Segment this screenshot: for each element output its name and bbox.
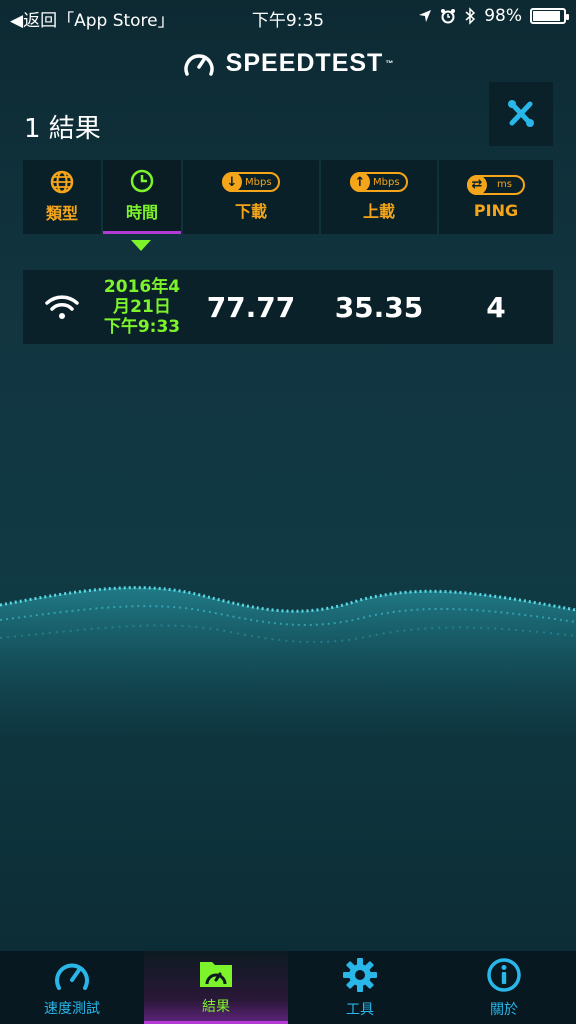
tab-results[interactable]: 結果: [144, 951, 288, 1024]
result-date-line2: 月21日: [113, 297, 171, 317]
sort-header: 類型 時間 ↓ Mbps 下載 ↑ Mbps 上載 ⇄ ms PING: [23, 160, 553, 234]
ping-value: 4: [486, 290, 506, 324]
sort-time-label: 時間: [125, 202, 158, 222]
bluetooth-icon: [465, 7, 476, 25]
battery-fill: [533, 11, 560, 21]
wave-background: [0, 586, 576, 740]
result-download: 77.77: [183, 270, 319, 344]
upload-unit: Mbps: [373, 176, 400, 188]
ping-arrows-icon: ⇄: [467, 174, 487, 195]
speedometer-logo-icon: [183, 54, 214, 76]
download-unit-pill: ↓ Mbps: [222, 172, 280, 192]
results-folder-icon: [200, 962, 232, 987]
status-bar: ◀︎返回「App Store」 下午9:35 98%: [0, 0, 576, 34]
result-type: [23, 270, 101, 344]
tab-bar: 速度測試 結果 工具 關於: [0, 951, 576, 1024]
upload-arrow-icon: ↑: [350, 172, 370, 192]
tab-tools-label: 工具: [346, 1001, 374, 1018]
sort-type-label: 類型: [45, 204, 78, 223]
upload-value: 35.35: [334, 290, 424, 324]
result-ping: 4: [439, 270, 553, 344]
sort-download[interactable]: ↓ Mbps 下載: [183, 160, 319, 234]
battery-icon: [530, 8, 569, 24]
download-arrow-icon: ↓: [222, 172, 242, 192]
result-date-line3: 下午9:33: [103, 317, 181, 337]
tab-speed-test[interactable]: 速度測試: [0, 951, 144, 1024]
wifi-icon: [45, 295, 79, 319]
tools-button[interactable]: [489, 82, 553, 146]
download-unit: Mbps: [245, 176, 272, 188]
result-time: 2016年4 月21日 下午9:33: [103, 270, 181, 344]
result-date-line1: 2016年4: [103, 277, 181, 297]
alarm-icon: [441, 9, 456, 24]
sort-upload[interactable]: ↑ Mbps 上載: [321, 160, 437, 234]
battery-percent: 98%: [484, 6, 522, 26]
download-value: 77.77: [206, 290, 296, 324]
status-right: 98%: [418, 6, 569, 26]
app-brand: SPEEDTEST ™: [0, 48, 576, 78]
result-upload: 35.35: [321, 270, 437, 344]
trademark: ™: [385, 58, 395, 68]
info-icon: [487, 957, 521, 992]
clock-icon: [130, 169, 154, 192]
sort-indicator-arrow: [131, 240, 151, 251]
tab-about[interactable]: 關於: [432, 951, 576, 1024]
ping-unit: ms: [497, 179, 512, 190]
brand-name: SPEEDTEST: [225, 48, 384, 77]
sort-type[interactable]: 類型: [23, 160, 101, 234]
result-row[interactable]: 2016年4 月21日 下午9:33 77.77 35.35 4: [23, 270, 553, 344]
wrench-screwdriver-icon: [508, 100, 534, 127]
sort-time[interactable]: 時間: [103, 160, 181, 234]
tab-results-label: 結果: [202, 999, 230, 1015]
location-arrow-icon: [419, 10, 432, 22]
sort-ping[interactable]: ⇄ ms PING: [439, 160, 553, 234]
result-count: 1 結果: [24, 114, 101, 144]
ping-unit-pill: ⇄ ms: [467, 174, 525, 195]
globe-icon: [50, 170, 74, 194]
gear-icon: [343, 957, 377, 992]
upload-unit-pill: ↑ Mbps: [350, 172, 408, 192]
tab-tools[interactable]: 工具: [288, 951, 432, 1024]
sort-upload-label: 上載: [362, 202, 395, 221]
sort-ping-label: PING: [473, 200, 519, 220]
speedometer-icon: [55, 963, 89, 990]
tab-speed-test-label: 速度測試: [44, 1000, 100, 1017]
tab-about-label: 關於: [490, 1001, 518, 1018]
sort-download-label: 下載: [234, 202, 267, 221]
